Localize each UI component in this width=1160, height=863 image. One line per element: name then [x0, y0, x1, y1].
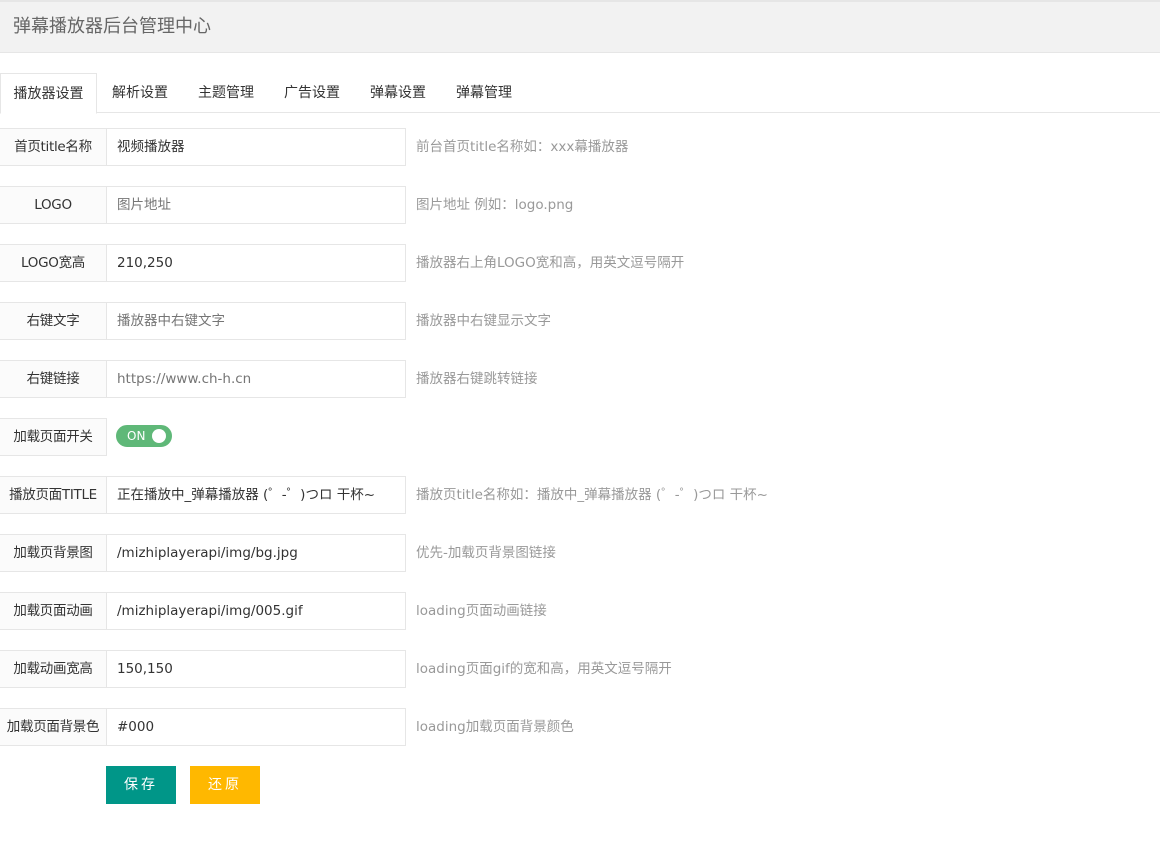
tab-parse-settings[interactable]: 解析设置 [97, 73, 183, 113]
field-help: 图片地址 例如：logo.png [416, 197, 574, 213]
context-text-input[interactable]: 播放器中右键文字 [106, 302, 406, 340]
field-label: 加载页面开关 [0, 418, 107, 456]
form-row-logo: LOGO 图片地址 图片地址 例如：logo.png [0, 186, 1160, 224]
logo-size-input[interactable]: 210,250 [106, 244, 406, 282]
form-row-logo-size: LOGO宽高 210,250 播放器右上角LOGO宽和高，用英文逗号隔开 [0, 244, 1160, 282]
field-label: 右键链接 [0, 360, 107, 398]
form-row-loading-bgcolor: 加载页面背景色 #000 loading加载页面背景颜色 [0, 708, 1160, 746]
loading-bgcolor-input[interactable]: #000 [106, 708, 406, 746]
field-help: 播放器右上角LOGO宽和高，用英文逗号隔开 [416, 255, 685, 271]
header-bar: 弹幕播放器后台管理中心 [0, 0, 1160, 53]
logo-input[interactable]: 图片地址 [106, 186, 406, 224]
field-label: 加载页背景图 [0, 534, 107, 572]
form-row-context-text: 右键文字 播放器中右键文字 播放器中右键显示文字 [0, 302, 1160, 340]
form-row-loading-bg: 加载页背景图 /mizhiplayerapi/img/bg.jpg 优先-加载页… [0, 534, 1160, 572]
reset-button[interactable]: 还原 [190, 766, 260, 804]
field-help: 播放器右键跳转链接 [416, 371, 538, 387]
loading-animation-input[interactable]: /mizhiplayerapi/img/005.gif [106, 592, 406, 630]
tab-player-settings[interactable]: 播放器设置 [0, 73, 97, 114]
tab-bar: 播放器设置 解析设置 主题管理 广告设置 弹幕设置 弹幕管理 [0, 73, 1160, 114]
form-row-animation-size: 加载动画宽高 150,150 loading页面gif的宽和高，用英文逗号隔开 [0, 650, 1160, 688]
home-title-input[interactable]: 视频播放器 [106, 128, 406, 166]
form-row-home-title: 首页title名称 视频播放器 前台首页title名称如：xxx幕播放器 [0, 128, 1160, 166]
field-help: loading页面gif的宽和高，用英文逗号隔开 [416, 661, 672, 677]
form-row-loading-animation: 加载页面动画 /mizhiplayerapi/img/005.gif loadi… [0, 592, 1160, 630]
tab-danmaku-settings[interactable]: 弹幕设置 [355, 73, 441, 113]
context-link-input[interactable]: https://www.ch-h.cn [106, 360, 406, 398]
save-button[interactable]: 保存 [106, 766, 176, 804]
field-label: 播放页面TITLE [0, 476, 107, 514]
field-help: 前台首页title名称如：xxx幕播放器 [416, 139, 629, 155]
field-label: LOGO宽高 [0, 244, 107, 282]
form-row-loading-switch: 加载页面开关 ON [0, 418, 1160, 456]
animation-size-input[interactable]: 150,150 [106, 650, 406, 688]
field-label: 右键文字 [0, 302, 107, 340]
tab-ad-settings[interactable]: 广告设置 [269, 73, 355, 113]
page-title: 弹幕播放器后台管理中心 [13, 16, 211, 37]
tab-danmaku-management[interactable]: 弹幕管理 [441, 73, 527, 113]
field-help: loading页面动画链接 [416, 603, 547, 619]
field-label: 加载页面背景色 [0, 708, 107, 746]
form-row-context-link: 右键链接 https://www.ch-h.cn 播放器右键跳转链接 [0, 360, 1160, 398]
play-title-input[interactable]: 正在播放中_弹幕播放器 (゜-゜)つロ 干杯~ [106, 476, 406, 514]
loading-bg-input[interactable]: /mizhiplayerapi/img/bg.jpg [106, 534, 406, 572]
toggle-state-text: ON [127, 429, 146, 443]
field-label: LOGO [0, 186, 107, 224]
field-help: 优先-加载页背景图链接 [416, 545, 556, 561]
field-help: 播放器中右键显示文字 [416, 313, 551, 329]
toggle-knob [152, 429, 166, 443]
field-label: 首页title名称 [0, 128, 107, 166]
form-row-play-title: 播放页面TITLE 正在播放中_弹幕播放器 (゜-゜)つロ 干杯~ 播放页tit… [0, 476, 1160, 514]
field-label: 加载动画宽高 [0, 650, 107, 688]
field-help: loading加载页面背景颜色 [416, 719, 574, 735]
field-help: 播放页title名称如：播放中_弹幕播放器 (゜-゜)つロ 干杯~ [416, 487, 768, 503]
loading-page-toggle[interactable]: ON [116, 425, 172, 447]
field-label: 加载页面动画 [0, 592, 107, 630]
tab-theme-management[interactable]: 主题管理 [183, 73, 269, 113]
